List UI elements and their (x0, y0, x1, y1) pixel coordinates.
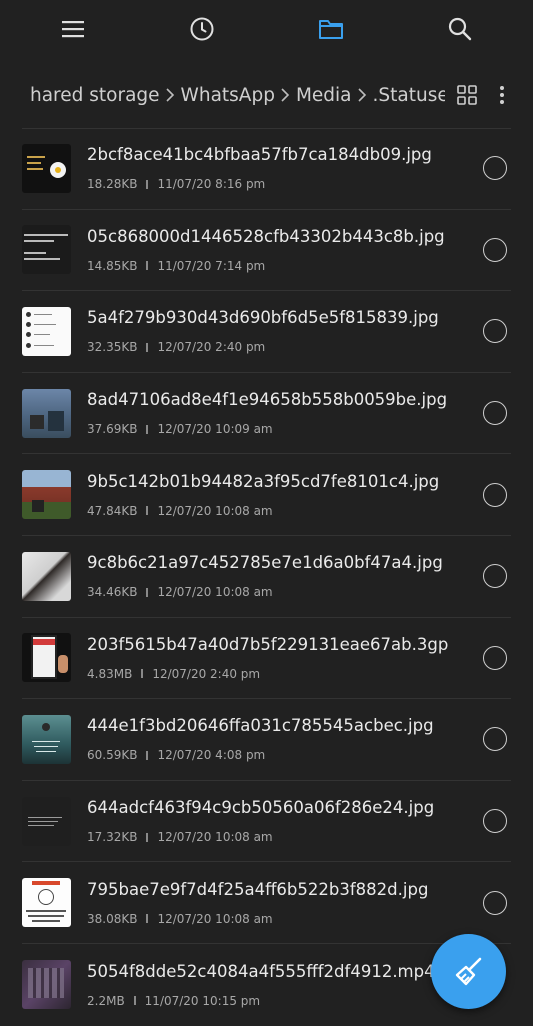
file-date: 12/07/20 10:08 am (157, 911, 273, 926)
file-date: 12/07/20 2:40 pm (152, 666, 261, 681)
select-checkbox[interactable] (483, 727, 507, 752)
file-date: 11/07/20 7:14 pm (157, 258, 266, 273)
top-toolbar (0, 0, 533, 58)
meta-separator (141, 669, 144, 679)
file-size: 37.69KB (87, 422, 138, 437)
breadcrumb-item-media[interactable]: Media (296, 85, 373, 106)
file-thumbnail (22, 633, 71, 683)
select-checkbox[interactable] (483, 319, 507, 344)
file-date: 12/07/20 2:40 pm (157, 340, 266, 355)
select-checkbox[interactable] (483, 809, 507, 834)
meta-separator (146, 261, 149, 271)
meta-separator (146, 179, 149, 189)
file-date: 12/07/20 10:08 am (157, 503, 273, 518)
search-button[interactable] (436, 5, 484, 53)
file-date: 12/07/20 10:09 am (157, 422, 273, 437)
file-date: 11/07/20 10:15 pm (144, 993, 261, 1008)
file-thumbnail (22, 551, 71, 601)
breadcrumb-item-whatsapp[interactable]: WhatsApp (181, 85, 296, 106)
file-thumbnail (22, 225, 71, 275)
meta-separator (133, 996, 136, 1006)
recent-button[interactable] (178, 5, 226, 53)
more-options-icon[interactable] (499, 85, 505, 105)
file-date: 11/07/20 8:16 pm (157, 177, 266, 192)
file-thumbnail (22, 714, 71, 764)
grid-view-icon[interactable] (457, 85, 477, 105)
file-name: 5a4f279b930d43d690bf6d5e5f815839.jpg (87, 308, 439, 328)
list-item[interactable]: 8ad47106ad8e4f1e94658b558b0059be.jpg 37.… (22, 373, 511, 455)
clock-icon (190, 17, 214, 41)
breadcrumb-label: WhatsApp (180, 84, 275, 106)
file-date: 12/07/20 10:08 am (157, 830, 273, 845)
meta-separator (146, 750, 149, 760)
select-checkbox[interactable] (483, 401, 507, 426)
breadcrumb-label: hared storage (30, 84, 160, 106)
clean-fab-button[interactable] (431, 934, 506, 1009)
file-date: 12/07/20 10:08 am (157, 585, 273, 600)
file-thumbnail (22, 143, 71, 193)
meta-separator (146, 342, 149, 352)
file-size: 17.32KB (87, 830, 138, 845)
file-thumbnail (22, 388, 71, 438)
folder-icon (319, 20, 344, 39)
meta-separator (146, 914, 149, 924)
path-actions (445, 62, 505, 128)
list-item[interactable]: 2bcf8ace41bc4bfbaa57fb7ca184db09.jpg 18.… (22, 128, 511, 210)
file-thumbnail (22, 796, 71, 846)
file-date: 12/07/20 4:08 pm (157, 748, 266, 763)
file-thumbnail (22, 306, 71, 356)
list-item[interactable]: 9c8b6c21a97c452785e7e1d6a0bf47a4.jpg 34.… (22, 536, 511, 618)
file-size: 2.2MB (87, 993, 125, 1008)
file-size: 38.08KB (87, 911, 138, 926)
file-name: 795bae7e9f7d4f25a4ff6b522b3f882d.jpg (87, 879, 429, 899)
breadcrumb: hared storage WhatsApp Media .Statuses (0, 62, 533, 128)
file-list: 2bcf8ace41bc4bfbaa57fb7ca184db09.jpg 18.… (0, 128, 533, 1026)
chevron-right-icon (357, 88, 366, 102)
file-size: 4.83MB (87, 666, 133, 681)
files-tab-button[interactable] (307, 5, 355, 53)
file-size: 60.59KB (87, 748, 138, 763)
file-name: 8ad47106ad8e4f1e94658b558b0059be.jpg (87, 390, 448, 410)
select-checkbox[interactable] (483, 156, 507, 181)
file-name: 9b5c142b01b94482a3f95cd7fe8101c4.jpg (87, 471, 440, 491)
file-thumbnail (22, 960, 71, 1010)
file-thumbnail (22, 470, 71, 520)
file-name: 644adcf463f94c9cb50560a06f286e24.jpg (87, 798, 435, 818)
meta-separator (146, 832, 149, 842)
select-checkbox[interactable] (483, 482, 507, 507)
hamburger-menu-icon (61, 21, 84, 38)
meta-separator (146, 424, 149, 434)
select-checkbox[interactable] (483, 890, 507, 915)
broom-clean-icon (455, 957, 481, 985)
select-checkbox[interactable] (483, 237, 507, 262)
chevron-right-icon (165, 88, 174, 102)
list-item[interactable]: 5a4f279b930d43d690bf6d5e5f815839.jpg 32.… (22, 291, 511, 373)
file-name: 9c8b6c21a97c452785e7e1d6a0bf47a4.jpg (87, 553, 443, 573)
file-thumbnail (22, 878, 71, 928)
list-item[interactable]: 05c868000d1446528cfb43302b443c8b.jpg 14.… (22, 210, 511, 292)
file-size: 14.85KB (87, 258, 138, 273)
search-icon (449, 17, 472, 41)
select-checkbox[interactable] (483, 564, 507, 589)
meta-separator (146, 587, 149, 597)
meta-separator (146, 506, 149, 516)
file-name: 05c868000d1446528cfb43302b443c8b.jpg (87, 226, 445, 246)
file-name: 444e1f3bd20646ffa031c785545acbec.jpg (87, 716, 434, 736)
list-item[interactable]: 203f5615b47a40d7b5f229131eae67ab.3gp 4.8… (22, 618, 511, 700)
file-name: 2bcf8ace41bc4bfbaa57fb7ca184db09.jpg (87, 145, 432, 165)
file-size: 18.28KB (87, 177, 138, 192)
list-item[interactable]: 644adcf463f94c9cb50560a06f286e24.jpg 17.… (22, 781, 511, 863)
file-size: 34.46KB (87, 585, 138, 600)
file-size: 47.84KB (87, 503, 138, 518)
list-item[interactable]: 444e1f3bd20646ffa031c785545acbec.jpg 60.… (22, 699, 511, 781)
list-item[interactable]: 9b5c142b01b94482a3f95cd7fe8101c4.jpg 47.… (22, 454, 511, 536)
file-size: 32.35KB (87, 340, 138, 355)
breadcrumb-item-shared-storage[interactable]: hared storage (30, 85, 181, 106)
list-item[interactable]: 795bae7e9f7d4f25a4ff6b522b3f882d.jpg 38.… (22, 862, 511, 944)
file-name: 203f5615b47a40d7b5f229131eae67ab.3gp (87, 634, 449, 654)
select-checkbox[interactable] (483, 645, 507, 670)
menu-button[interactable] (49, 5, 97, 53)
breadcrumb-label: Media (295, 84, 352, 106)
chevron-right-icon (281, 88, 290, 102)
